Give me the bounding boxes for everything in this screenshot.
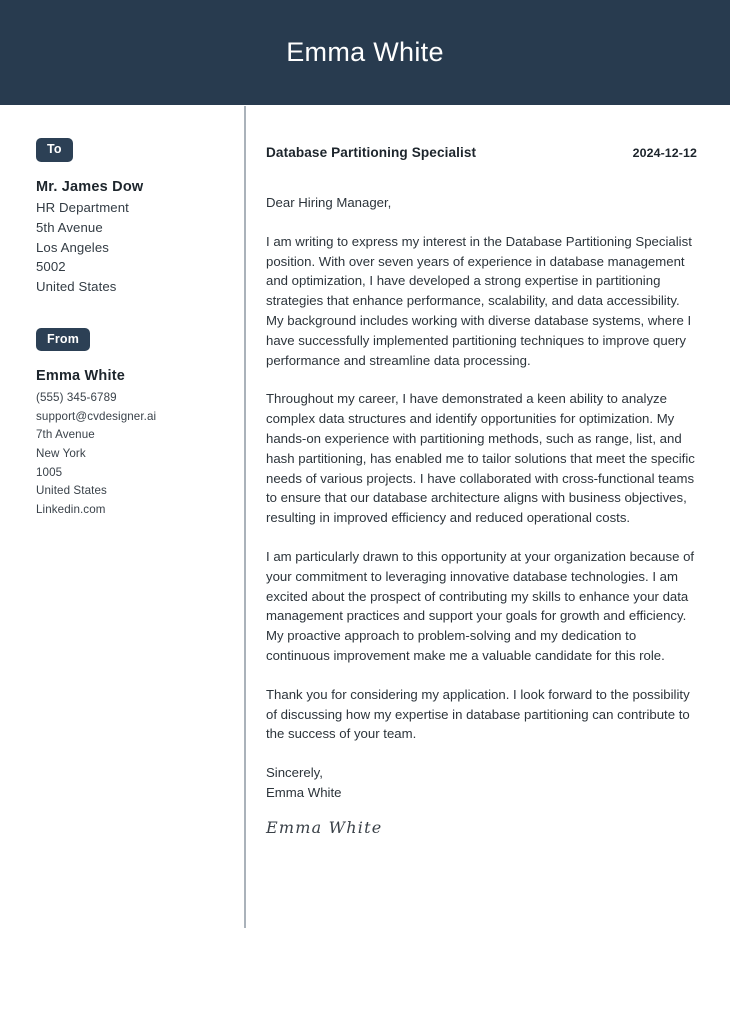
list-item: 5002 [36,259,66,275]
letter-paragraph: I am particularly drawn to this opportun… [266,548,695,663]
letter-paragraph: I am writing to express my interest in t… [266,233,692,368]
column-divider [244,106,246,928]
salutation: Dear Hiring Manager, [266,195,392,210]
document-body: To Mr. James Dow HR Department 5th Avenu… [0,105,730,836]
list-item: HR Department [36,200,129,216]
sender-phone: (555) 345-6789 [36,391,117,405]
document-header: Emma White [0,0,730,105]
to-badge: To [36,138,73,162]
letter-content: Database Partitioning Specialist 2024-12… [237,105,730,836]
list-item: United States [36,484,107,498]
letter-closing: Sincerely, Emma White [266,763,697,803]
letter-date: 2024-12-12 [632,146,697,160]
page-title: Emma White [286,37,444,67]
list-item: Los Angeles [36,239,109,255]
letter-paragraph: Thank you for considering my application… [266,686,690,742]
sender-block: From Emma White (555) 345-6789 support@c… [36,327,223,520]
from-badge: From [36,327,91,352]
recipient-name: Mr. James Dow [36,178,144,195]
recipient-address-list: HR Department 5th Avenue Los Angeles 500… [36,198,223,297]
list-item: New York [36,446,86,460]
signature: Emma White [266,817,383,837]
list-item: United States [36,279,117,295]
sender-linkedin: Linkedin.com [36,502,106,516]
list-item: 1005 [36,465,63,479]
job-title: Database Partitioning Specialist [266,145,477,160]
letter-paragraph: Throughout my career, I have demonstrate… [266,391,695,526]
contact-sidebar: To Mr. James Dow HR Department 5th Avenu… [0,105,237,519]
letter-header-row: Database Partitioning Specialist 2024-12… [266,145,697,160]
closing-word: Sincerely, [266,765,323,781]
cover-letter-page: Emma White To Mr. James Dow HR Departmen… [0,0,730,1024]
list-item: 5th Avenue [36,220,103,236]
list-item: 7th Avenue [36,428,95,442]
sender-contact-list: (555) 345-6789 support@cvdesigner.ai 7th… [36,389,223,519]
closing-name: Emma White [266,784,342,800]
sender-email: support@cvdesigner.ai [36,409,157,423]
recipient-block: To Mr. James Dow HR Department 5th Avenu… [36,138,223,297]
sender-name: Emma White [36,368,126,385]
